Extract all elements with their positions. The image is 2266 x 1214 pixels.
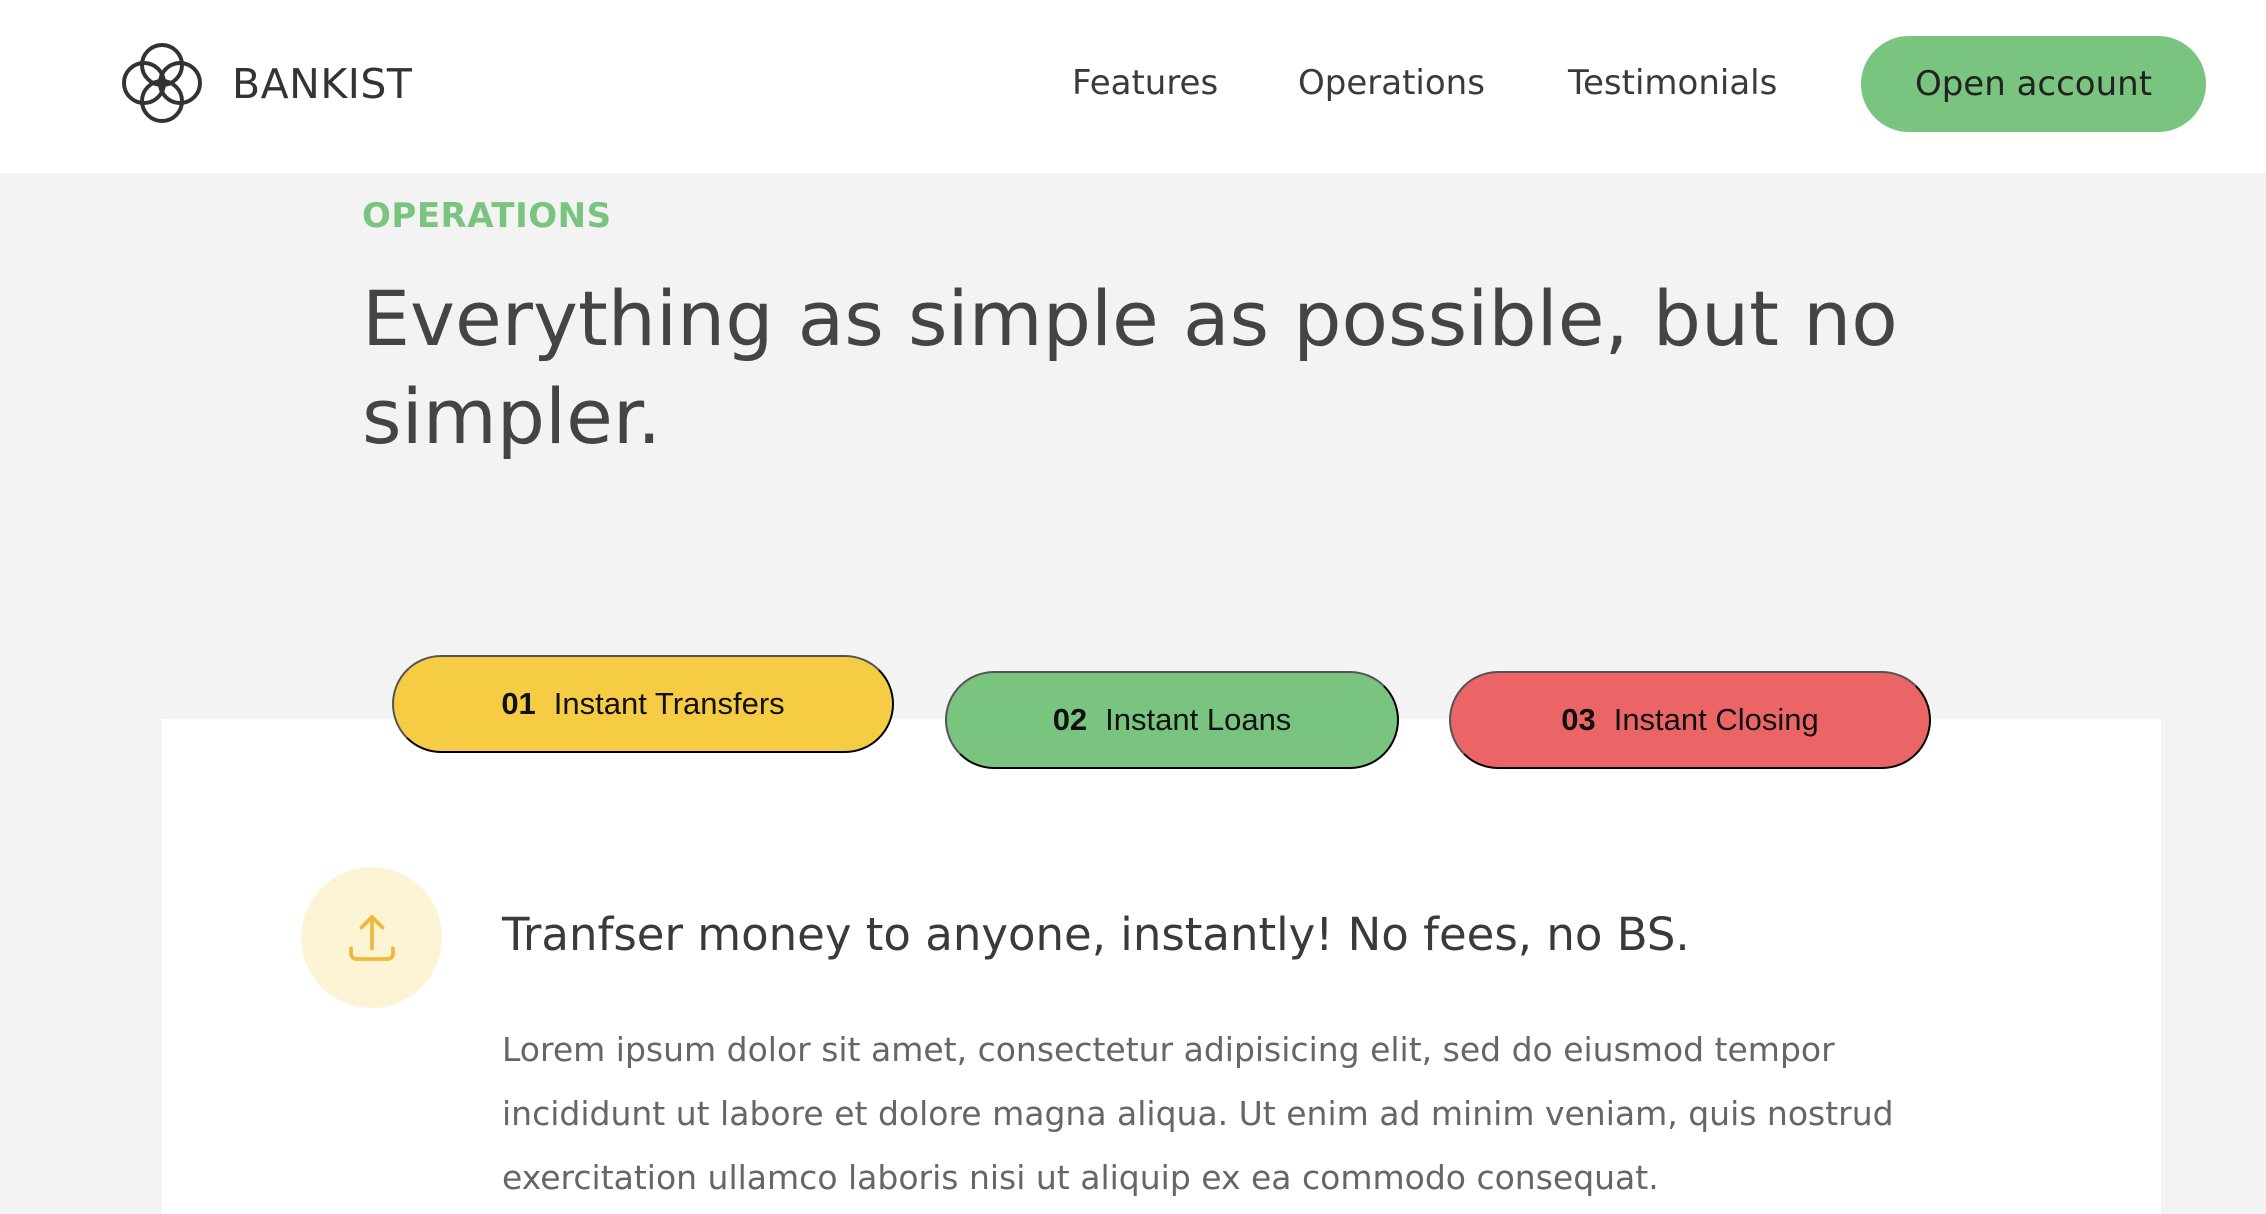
nav-link-testimonials[interactable]: Testimonials [1568,58,1777,108]
tab-instant-closing[interactable]: 03 Instant Closing [1449,671,1931,769]
upload-icon-circle [301,867,442,1008]
brand-name[interactable]: BANKIST [232,56,412,112]
navigation-bar: BANKIST Features Operations Testimonials… [0,0,2266,173]
tab-number: 01 [501,686,536,721]
tab-number: 03 [1561,702,1596,737]
tab-label: Instant Closing [1613,702,1819,737]
operations-content-text: Lorem ipsum dolor sit amet, consectetur … [502,1030,1894,1197]
tab-number: 02 [1052,702,1088,737]
open-account-button[interactable]: Open account [1861,36,2206,132]
tab-instant-loans[interactable]: 02 Instant Loans [945,671,1399,769]
tab-label: Instant Transfers [553,686,785,721]
section-title: Everything as simple as possible, but no… [362,274,1898,461]
tab-instant-transfers[interactable]: 01 Instant Transfers [392,655,894,753]
bankist-logo-icon[interactable] [115,36,209,130]
upload-icon [348,914,395,961]
operations-content-heading: Tranfser money to anyone, instantly! No … [502,908,1690,961]
nav-link-features[interactable]: Features [1072,58,1218,108]
tab-label: Instant Loans [1105,702,1292,737]
nav-link-operations[interactable]: Operations [1298,58,1485,108]
section-label: OPERATIONS [362,196,612,236]
